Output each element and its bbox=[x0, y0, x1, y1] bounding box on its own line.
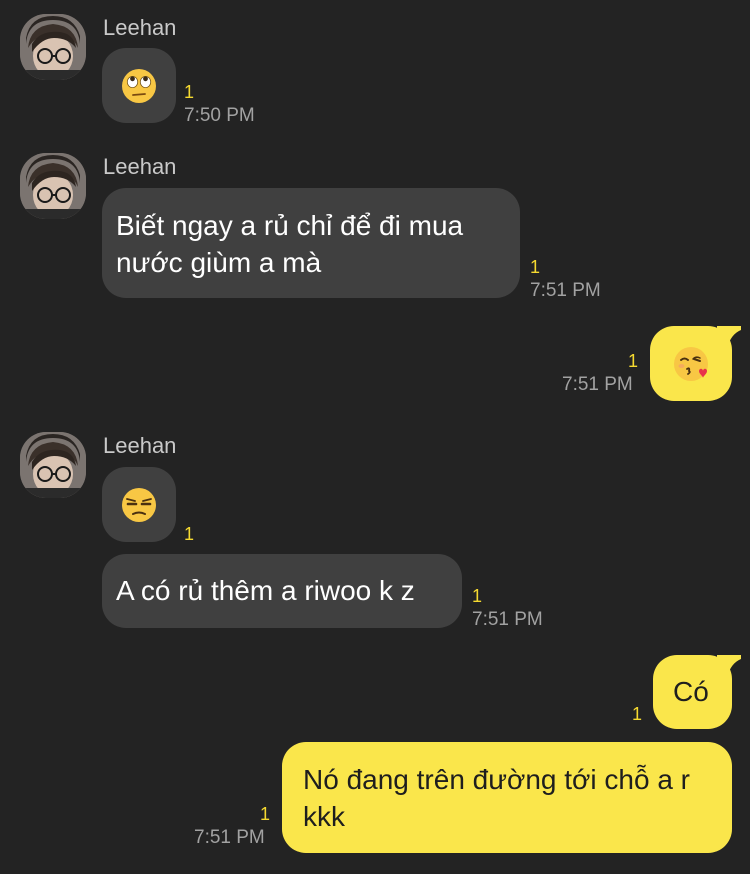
message-timestamp: 7:51 PM bbox=[562, 374, 633, 395]
message-bubble[interactable]: Nó đang trên đường tới chỗ a r kkk bbox=[282, 742, 732, 853]
sender-name: Leehan bbox=[103, 154, 177, 179]
message-bubble[interactable] bbox=[102, 467, 176, 542]
message-timestamp: 7:51 PM bbox=[530, 280, 601, 301]
sender-avatar[interactable] bbox=[20, 153, 86, 219]
message-bubble[interactable] bbox=[650, 326, 741, 401]
unread-count: 1 bbox=[632, 704, 643, 724]
bubble-tail bbox=[717, 326, 741, 348]
message-bubble[interactable]: Biết ngay a rủ chỉ để đi mua nước giùm a… bbox=[102, 188, 520, 298]
message-text: A có rủ thêm a riwoo k z bbox=[116, 575, 415, 606]
face-with-rolling-eyes-emoji bbox=[122, 68, 156, 103]
bubble-tail bbox=[717, 655, 741, 677]
message-timestamp: 7:51 PM bbox=[194, 827, 265, 848]
unread-count: 1 bbox=[260, 804, 271, 824]
unamused-face-emoji bbox=[122, 487, 156, 522]
sender-name: Leehan bbox=[103, 433, 177, 458]
message-bubble[interactable]: Có bbox=[653, 655, 741, 729]
unread-count: 1 bbox=[628, 351, 639, 371]
sender-avatar[interactable] bbox=[20, 432, 86, 498]
message-timestamp: 7:51 PM bbox=[472, 609, 543, 630]
message-text: Nó đang trên đường tới chỗ a r kkk bbox=[303, 764, 691, 832]
sender-avatar[interactable] bbox=[20, 14, 86, 80]
unread-count: 1 bbox=[530, 257, 541, 277]
message-text: Biết ngay a rủ chỉ để đi mua nước giùm a… bbox=[116, 210, 464, 278]
sender-name: Leehan bbox=[103, 15, 177, 40]
message-bubble[interactable]: A có rủ thêm a riwoo k z bbox=[102, 554, 462, 628]
unread-count: 1 bbox=[184, 82, 195, 102]
message-timestamp: 7:50 PM bbox=[184, 105, 255, 126]
unread-count: 1 bbox=[472, 586, 483, 606]
unread-count: 1 bbox=[184, 524, 195, 544]
face-blowing-a-kiss-emoji bbox=[674, 346, 708, 381]
message-bubble[interactable] bbox=[102, 48, 176, 123]
